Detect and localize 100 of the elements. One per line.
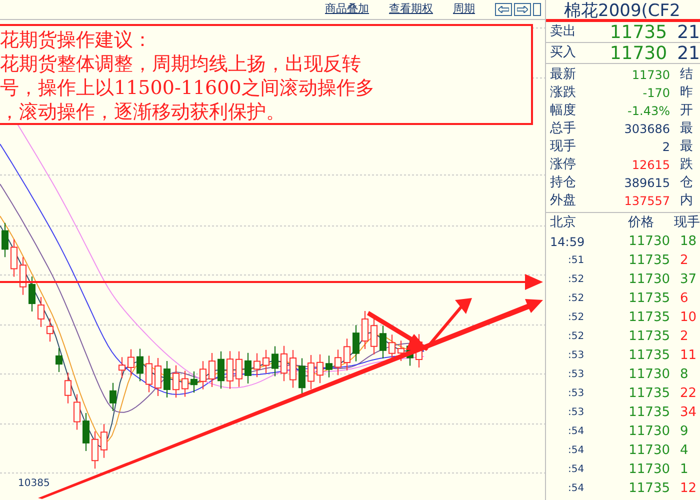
tick-volume: 9 (680, 422, 688, 441)
stat-label: 涨停 (550, 156, 577, 174)
annotation-text: 花期货操作建议： (0, 28, 152, 52)
tick-price: 11730 (628, 366, 670, 384)
candlestick (38, 296, 44, 328)
candlestick (280, 345, 288, 382)
tick-volume: 12 (680, 480, 697, 498)
tick-time: :52 (567, 330, 586, 344)
tick-price: 11730 (628, 270, 670, 289)
tick-volume: 2 (680, 328, 688, 346)
book-volume: 21 (677, 42, 700, 66)
candlestick (136, 348, 144, 382)
column-header: 价格 (627, 214, 654, 232)
book-label: 卖出 (550, 23, 577, 42)
candlestick (146, 355, 152, 393)
tick-volume: 4 (680, 442, 688, 460)
stat-value: -1.43% (626, 103, 670, 120)
tick-volume: 1 (680, 460, 688, 479)
tick-price: 11730 (628, 422, 670, 441)
tick-volume: 18 (680, 232, 697, 251)
tick-volume: 37 (680, 270, 697, 289)
candlestick (118, 356, 126, 379)
toolbar-link[interactable]: 商品叠加 (325, 1, 369, 18)
candlestick (172, 364, 180, 398)
tick-price: 11730 (628, 232, 670, 251)
stat-value: 137557 (623, 193, 670, 210)
tick-volume: 11 (680, 346, 697, 365)
tick-time: :52 (567, 311, 586, 325)
candlestick (56, 347, 62, 373)
forward-button[interactable] (514, 3, 531, 16)
stat-value: 303686 (623, 121, 670, 138)
stat-value: 2 (661, 139, 670, 156)
candlestick (326, 355, 332, 378)
candlestick (272, 346, 278, 377)
tick-volume: 34 (680, 404, 697, 422)
candlestick (2, 222, 8, 258)
tick-time: :54 (567, 482, 586, 496)
annotation-text: 花期货整体调整，周期均线上扬，出现反转 (0, 52, 361, 76)
stat-label: 昨 (680, 84, 693, 102)
back-button[interactable] (495, 3, 512, 16)
stat-label: 最 (680, 120, 693, 138)
candlestick (46, 318, 54, 342)
tick-price: 11735 (628, 384, 670, 403)
candlestick (398, 340, 404, 362)
stat-label: 外盘 (550, 192, 577, 210)
stat-label: 幅度 (550, 102, 577, 120)
candlestick (226, 350, 234, 390)
tick-time: :53 (567, 349, 586, 363)
stat-value: 12615 (630, 157, 670, 174)
stat-label: 最新 (550, 66, 577, 84)
left-arrow-icon (498, 6, 509, 13)
candlestick (10, 238, 18, 278)
tick-volume: 2 (680, 252, 688, 270)
price-label: 10385 (18, 477, 50, 491)
tick-price: 11735 (628, 290, 670, 308)
tick-time: :54 (567, 463, 586, 477)
tick-price: 11730 (628, 442, 670, 460)
right-arrow-icon (517, 6, 528, 13)
annotation-text: 号，操作上以11500-11600之间滚动操作多 (0, 76, 374, 100)
stat-label: 跌 (680, 156, 693, 174)
candlestick (82, 412, 90, 452)
tick-time: :52 (567, 273, 586, 287)
stat-label: 结 (680, 66, 693, 84)
book-price: 11730 (608, 42, 668, 66)
column-header: 现手 (674, 214, 700, 232)
stat-value: 389615 (623, 175, 670, 192)
candlestick (370, 317, 378, 355)
candlestick (200, 360, 206, 390)
stat-label: 涨跌 (550, 84, 577, 102)
book-price: 11735 (608, 20, 668, 44)
tick-volume: 6 (680, 290, 688, 308)
tick-price: 11735 (628, 346, 670, 365)
toolbar-link[interactable]: 查看期权 (389, 1, 433, 18)
candlestick (64, 372, 72, 404)
tick-volume: 10 (680, 308, 697, 327)
candlestick (352, 324, 360, 362)
candlestick (290, 350, 296, 388)
book-volume: 21 (677, 20, 700, 44)
tick-price: 11735 (628, 404, 670, 422)
tick-price: 11735 (628, 252, 670, 270)
tick-price: 11730 (628, 460, 670, 479)
candlestick (74, 394, 80, 430)
candlestick (362, 310, 368, 350)
tick-time: :53 (567, 387, 586, 401)
tick-time: :54 (567, 444, 586, 458)
toolbar-link[interactable]: 周期 (453, 1, 475, 18)
tick-price: 11735 (628, 308, 670, 327)
candlestick (20, 256, 26, 296)
book-label: 买入 (550, 44, 577, 62)
column-header: 北京 (550, 214, 577, 232)
tick-time: :54 (567, 425, 586, 439)
tick-volume: 22 (680, 384, 697, 403)
stat-label: 现手 (550, 138, 577, 156)
stat-label: 仓 (680, 174, 693, 192)
toolbar-button[interactable] (533, 3, 541, 16)
tick-price: 11735 (628, 328, 670, 346)
quote-title: 棉花2009(CF2 (546, 0, 700, 22)
stat-value: 11730 (630, 67, 670, 84)
stat-label: 持仓 (550, 174, 577, 192)
arrow (424, 298, 472, 351)
